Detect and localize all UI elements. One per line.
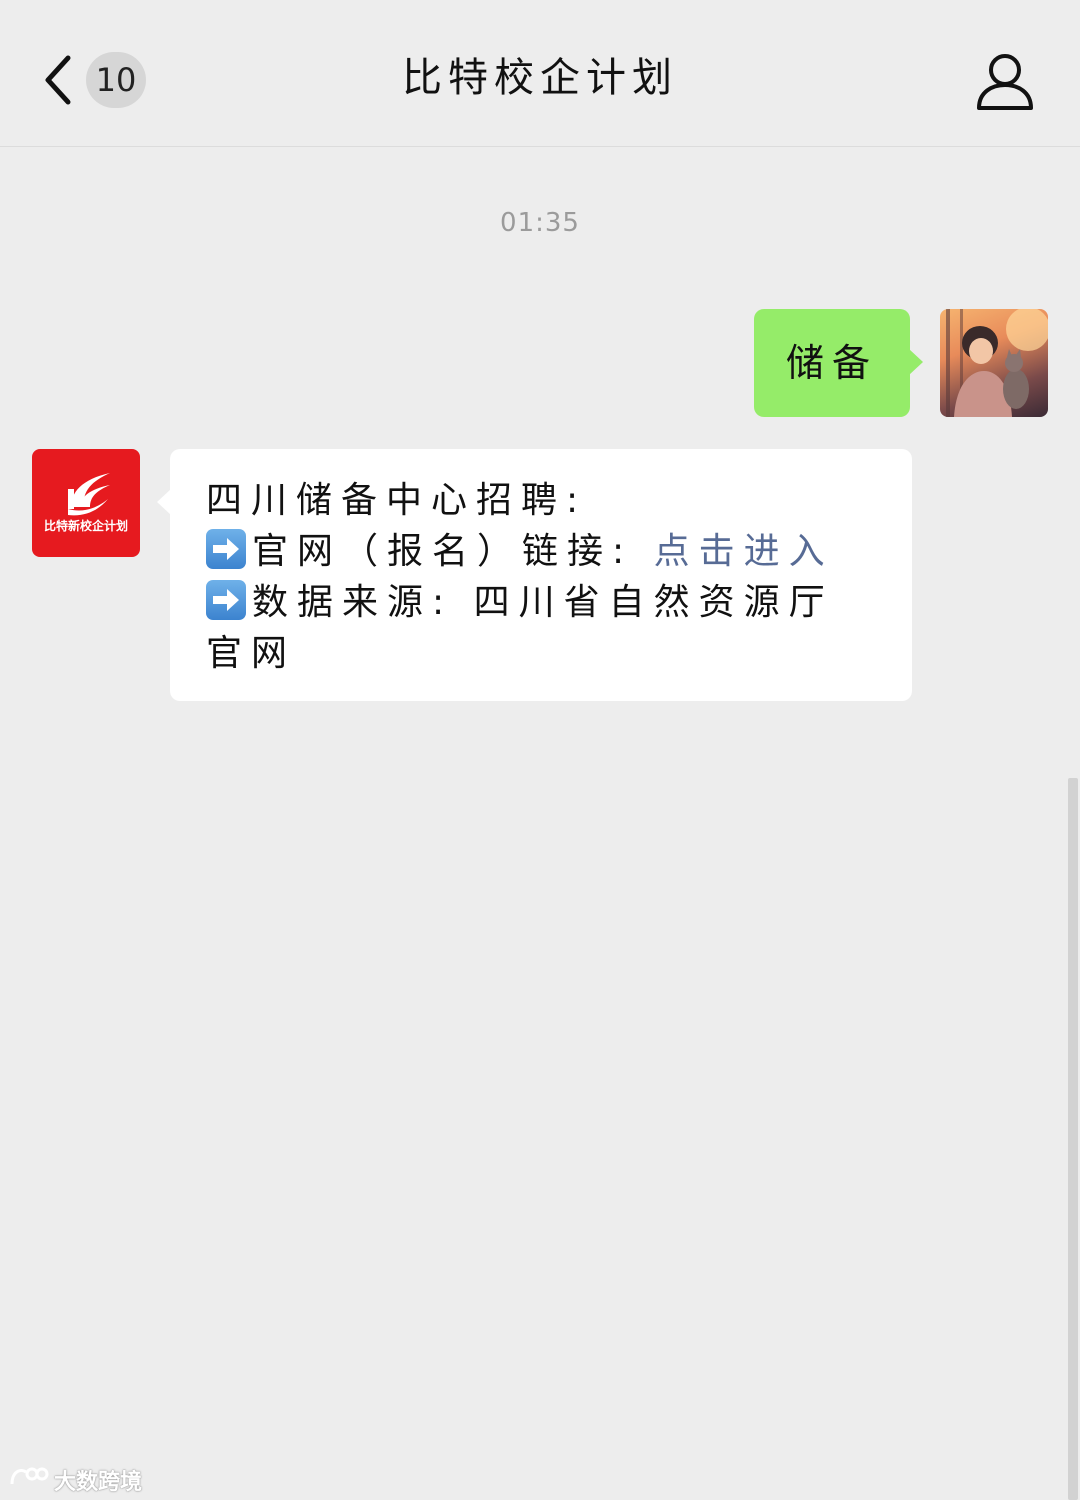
message-line: 官网（报名）链接: 点击进入 bbox=[206, 526, 878, 577]
scrollbar[interactable] bbox=[1068, 778, 1078, 1500]
watermark: 大数跨境 bbox=[8, 1462, 142, 1498]
avatar-label: 比特新校企计划 bbox=[43, 519, 128, 533]
person-icon bbox=[977, 54, 1033, 110]
chat-title: 比特校企计划 bbox=[402, 55, 678, 101]
watermark-text: 大数跨境 bbox=[54, 1470, 143, 1495]
chat-screen: 10 比特校企计划 01:35 储备 比特新校企计划 四川储备中心招聘: 官网（… bbox=[0, 0, 1080, 1500]
logo-icon bbox=[68, 473, 110, 516]
official-account-avatar[interactable]: 比特新校企计划 bbox=[32, 449, 140, 557]
received-message-bubble[interactable]: 四川储备中心招聘: 官网（报名）链接: 点击进入 数据来源: 四川省自然资源厅 … bbox=[157, 449, 912, 701]
arrow-right-icon bbox=[206, 529, 246, 569]
back-button[interactable] bbox=[38, 50, 78, 110]
register-link[interactable]: 点击进入 bbox=[654, 531, 834, 572]
official-site-label: 官网（报名）链接: bbox=[252, 531, 654, 572]
top-bar: 10 比特校企计划 bbox=[0, 0, 1080, 147]
chat-info-button[interactable] bbox=[974, 50, 1036, 112]
chevron-left-icon bbox=[45, 55, 71, 105]
message-timestamp: 01:35 bbox=[500, 208, 580, 238]
avatar-illustration bbox=[946, 309, 1048, 417]
unread-count-badge[interactable]: 10 bbox=[86, 52, 146, 108]
arrow-right-icon bbox=[206, 580, 246, 620]
message-line: 四川储备中心招聘: bbox=[206, 480, 588, 521]
sent-message-bubble[interactable]: 储备 bbox=[754, 309, 923, 417]
data-source-label: 数据来源: 四川省自然资源厅 bbox=[252, 582, 834, 623]
message-line: 数据来源: 四川省自然资源厅 bbox=[206, 577, 878, 628]
watermark-logo-icon bbox=[8, 1462, 50, 1498]
user-avatar[interactable] bbox=[940, 309, 1048, 417]
message-line: 官网 bbox=[206, 633, 297, 674]
